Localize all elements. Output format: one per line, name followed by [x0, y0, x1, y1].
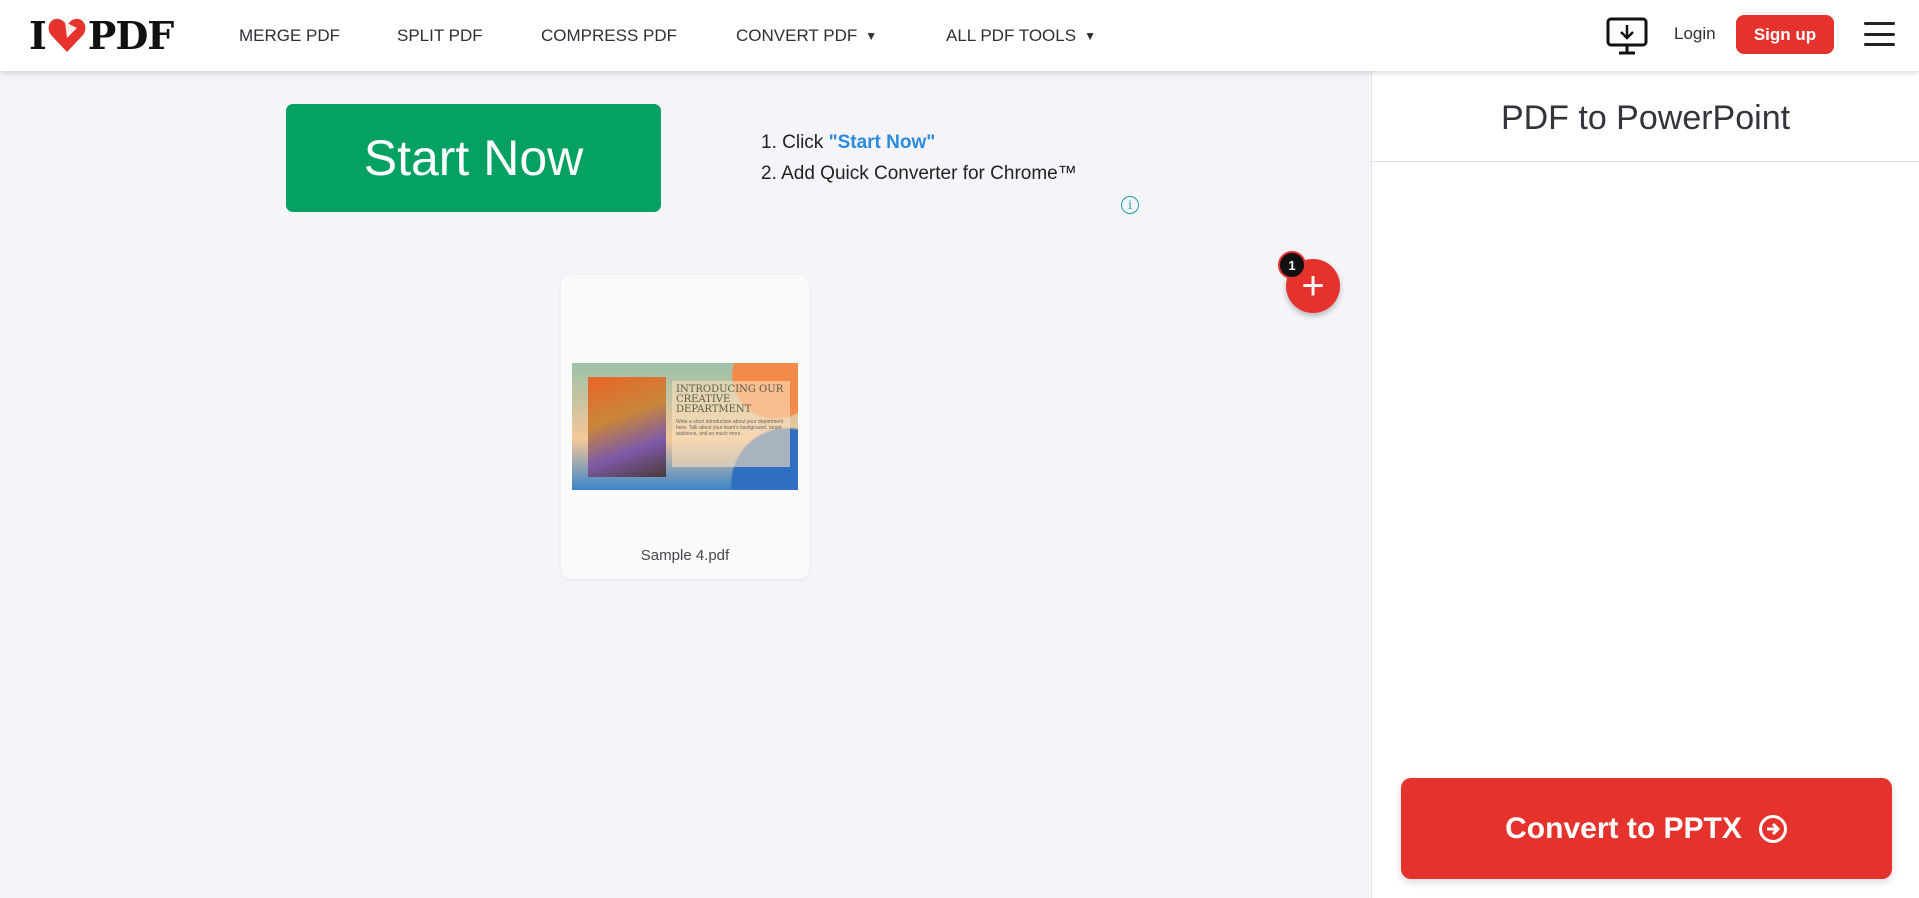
top-header: I PDF MERGE PDF SPLIT PDF COMPRESS PDF C… — [0, 0, 1919, 71]
sidebar-title: PDF to PowerPoint — [1500, 99, 1791, 137]
nav-compress-pdf[interactable]: COMPRESS PDF — [541, 0, 677, 71]
nav-merge-pdf[interactable]: MERGE PDF — [239, 0, 340, 71]
start-now-ad-button[interactable]: Start Now — [286, 104, 661, 212]
step-text: 1. Click — [761, 132, 829, 153]
thumbnail-photo — [588, 377, 666, 477]
nav-label: COMPRESS PDF — [541, 25, 678, 45]
ad-info-icon[interactable]: i — [1121, 196, 1139, 214]
nav-label: SPLIT PDF — [397, 25, 483, 45]
signup-button[interactable]: Sign up — [1736, 15, 1834, 54]
file-count-badge: 1 — [1278, 251, 1306, 279]
divider — [1372, 161, 1919, 162]
desktop-download-icon[interactable] — [1606, 17, 1648, 55]
caret-down-icon: ▼ — [1084, 28, 1096, 43]
start-now-link[interactable]: "Start Now" — [829, 132, 936, 153]
thumbnail-title: INTRODUCING OUR CREATIVE DEPARTMENT Write… — [672, 381, 790, 467]
nav-all-pdf-tools[interactable]: ALL PDF TOOLS ▼ — [946, 0, 1096, 71]
login-link[interactable]: Login — [1674, 24, 1716, 44]
nav-split-pdf[interactable]: SPLIT PDF — [397, 0, 483, 71]
hamburger-menu-icon[interactable] — [1864, 22, 1895, 46]
file-card[interactable]: INTRODUCING OUR CREATIVE DEPARTMENT Write… — [561, 275, 809, 579]
ad-step-1: 1. Click "Start Now" — [761, 132, 935, 154]
nav-label: ALL PDF TOOLS — [946, 25, 1077, 45]
file-name: Sample 4.pdf — [640, 547, 730, 564]
tool-sidebar: PDF to PowerPoint Convert to PPTX — [1371, 71, 1919, 898]
nav-convert-pdf[interactable]: CONVERT PDF ▼ — [736, 0, 877, 71]
nav-label: MERGE PDF — [239, 25, 341, 45]
convert-to-pptx-button[interactable]: Convert to PPTX — [1401, 778, 1892, 879]
thumb-body-text: Write a short introduction about your de… — [676, 419, 784, 437]
caret-down-icon: ▼ — [865, 28, 878, 43]
thumb-title-text: INTRODUCING OUR CREATIVE DEPARTMENT — [676, 384, 784, 415]
file-thumbnail: INTRODUCING OUR CREATIVE DEPARTMENT Write… — [572, 363, 798, 490]
ad-step-2: 2. Add Quick Converter for Chrome™ — [761, 163, 1077, 184]
heart-icon — [48, 18, 86, 52]
convert-label: Convert to PPTX — [1505, 811, 1742, 845]
ilovepdf-logo[interactable]: I PDF — [29, 13, 174, 58]
nav-label: CONVERT PDF — [736, 25, 858, 45]
arrow-circle-right-icon — [1758, 814, 1787, 843]
